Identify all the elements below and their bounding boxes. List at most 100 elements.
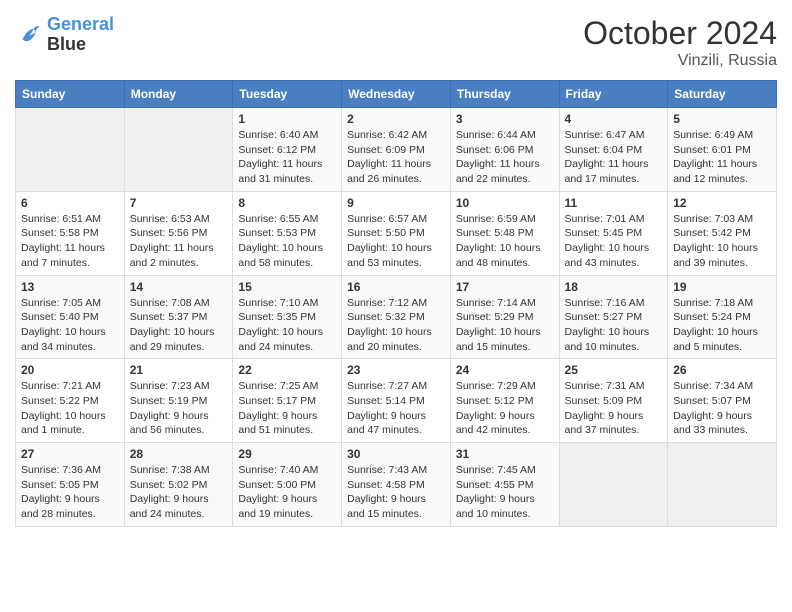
day-header-wednesday: Wednesday <box>342 81 451 108</box>
calendar-cell: 5 Sunrise: 6:49 AMSunset: 6:01 PMDaylight… <box>668 108 777 192</box>
day-info: Sunrise: 7:45 AMSunset: 4:55 PMDaylight:… <box>456 463 554 522</box>
day-number: 23 <box>347 363 445 377</box>
calendar-cell: 25 Sunrise: 7:31 AMSunset: 5:09 PMDayligh… <box>559 359 668 443</box>
page-header: GeneralBlue October 2024 Vinzili, Russia <box>15 15 777 70</box>
day-info: Sunrise: 6:55 AMSunset: 5:53 PMDaylight:… <box>238 212 336 271</box>
day-number: 17 <box>456 280 554 294</box>
day-info: Sunrise: 6:44 AMSunset: 6:06 PMDaylight:… <box>456 128 554 187</box>
week-row-5: 27 Sunrise: 7:36 AMSunset: 5:05 PMDayligh… <box>16 443 777 527</box>
week-row-4: 20 Sunrise: 7:21 AMSunset: 5:22 PMDayligh… <box>16 359 777 443</box>
day-info: Sunrise: 7:10 AMSunset: 5:35 PMDaylight:… <box>238 296 336 355</box>
week-row-1: 1Sunrise: 6:40 AMSunset: 6:12 PMDaylight… <box>16 108 777 192</box>
day-number: 8 <box>238 196 336 210</box>
day-number: 16 <box>347 280 445 294</box>
calendar-cell: 14 Sunrise: 7:08 AMSunset: 5:37 PMDayligh… <box>124 275 233 359</box>
calendar-cell: 21Sunrise: 7:23 AMSunset: 5:19 PMDayligh… <box>124 359 233 443</box>
calendar-cell: 3 Sunrise: 6:44 AMSunset: 6:06 PMDaylight… <box>450 108 559 192</box>
day-number: 14 <box>130 280 228 294</box>
day-header-friday: Friday <box>559 81 668 108</box>
calendar-cell: 4 Sunrise: 6:47 AMSunset: 6:04 PMDaylight… <box>559 108 668 192</box>
calendar-cell: 27 Sunrise: 7:36 AMSunset: 5:05 PMDayligh… <box>16 443 125 527</box>
calendar-cell: 6Sunrise: 6:51 AMSunset: 5:58 PMDaylight… <box>16 191 125 275</box>
calendar-cell: 20 Sunrise: 7:21 AMSunset: 5:22 PMDayligh… <box>16 359 125 443</box>
day-info: Sunrise: 7:21 AMSunset: 5:22 PMDaylight:… <box>21 379 119 438</box>
day-number: 31 <box>456 447 554 461</box>
calendar-cell: 26Sunrise: 7:34 AMSunset: 5:07 PMDayligh… <box>668 359 777 443</box>
day-number: 18 <box>565 280 663 294</box>
day-info: Sunrise: 7:18 AMSunset: 5:24 PMDaylight:… <box>673 296 771 355</box>
calendar-cell <box>16 108 125 192</box>
calendar-cell: 2 Sunrise: 6:42 AMSunset: 6:09 PMDaylight… <box>342 108 451 192</box>
day-number: 20 <box>21 363 119 377</box>
day-info: Sunrise: 7:31 AMSunset: 5:09 PMDaylight:… <box>565 379 663 438</box>
day-info: Sunrise: 7:38 AMSunset: 5:02 PMDaylight:… <box>130 463 228 522</box>
day-header-monday: Monday <box>124 81 233 108</box>
calendar-cell: 7Sunrise: 6:53 AMSunset: 5:56 PMDaylight… <box>124 191 233 275</box>
logo-text: GeneralBlue <box>47 15 114 55</box>
calendar-cell <box>559 443 668 527</box>
day-info: Sunrise: 6:51 AMSunset: 5:58 PMDaylight:… <box>21 212 119 271</box>
day-info: Sunrise: 6:42 AMSunset: 6:09 PMDaylight:… <box>347 128 445 187</box>
title-block: October 2024 Vinzili, Russia <box>583 15 777 70</box>
day-number: 13 <box>21 280 119 294</box>
logo-icon <box>15 21 43 49</box>
calendar-header: SundayMondayTuesdayWednesdayThursdayFrid… <box>16 81 777 108</box>
calendar-cell: 8 Sunrise: 6:55 AMSunset: 5:53 PMDaylight… <box>233 191 342 275</box>
calendar-cell: 31 Sunrise: 7:45 AMSunset: 4:55 PMDayligh… <box>450 443 559 527</box>
day-number: 11 <box>565 196 663 210</box>
day-number: 10 <box>456 196 554 210</box>
calendar-cell: 19 Sunrise: 7:18 AMSunset: 5:24 PMDayligh… <box>668 275 777 359</box>
day-info: Sunrise: 7:43 AMSunset: 4:58 PMDaylight:… <box>347 463 445 522</box>
calendar-table: SundayMondayTuesdayWednesdayThursdayFrid… <box>15 80 777 527</box>
calendar-cell: 22 Sunrise: 7:25 AMSunset: 5:17 PMDayligh… <box>233 359 342 443</box>
day-info: Sunrise: 7:40 AMSunset: 5:00 PMDaylight:… <box>238 463 336 522</box>
day-info: Sunrise: 7:16 AMSunset: 5:27 PMDaylight:… <box>565 296 663 355</box>
day-number: 22 <box>238 363 336 377</box>
day-number: 15 <box>238 280 336 294</box>
week-row-3: 13Sunrise: 7:05 AMSunset: 5:40 PMDayligh… <box>16 275 777 359</box>
day-number: 5 <box>673 112 771 126</box>
day-info: Sunrise: 7:12 AMSunset: 5:32 PMDaylight:… <box>347 296 445 355</box>
day-info: Sunrise: 7:36 AMSunset: 5:05 PMDaylight:… <box>21 463 119 522</box>
day-info: Sunrise: 7:08 AMSunset: 5:37 PMDaylight:… <box>130 296 228 355</box>
day-number: 3 <box>456 112 554 126</box>
day-number: 26 <box>673 363 771 377</box>
calendar-cell: 28 Sunrise: 7:38 AMSunset: 5:02 PMDayligh… <box>124 443 233 527</box>
day-info: Sunrise: 7:27 AMSunset: 5:14 PMDaylight:… <box>347 379 445 438</box>
day-number: 25 <box>565 363 663 377</box>
day-number: 12 <box>673 196 771 210</box>
day-info: Sunrise: 7:25 AMSunset: 5:17 PMDaylight:… <box>238 379 336 438</box>
calendar-cell: 17 Sunrise: 7:14 AMSunset: 5:29 PMDayligh… <box>450 275 559 359</box>
calendar-cell <box>124 108 233 192</box>
day-number: 2 <box>347 112 445 126</box>
day-info: Sunrise: 7:01 AMSunset: 5:45 PMDaylight:… <box>565 212 663 271</box>
day-header-thursday: Thursday <box>450 81 559 108</box>
day-number: 27 <box>21 447 119 461</box>
day-info: Sunrise: 7:23 AMSunset: 5:19 PMDaylight:… <box>130 379 228 438</box>
calendar-cell: 23 Sunrise: 7:27 AMSunset: 5:14 PMDayligh… <box>342 359 451 443</box>
week-row-2: 6Sunrise: 6:51 AMSunset: 5:58 PMDaylight… <box>16 191 777 275</box>
calendar-cell <box>668 443 777 527</box>
calendar-cell: 24Sunrise: 7:29 AMSunset: 5:12 PMDayligh… <box>450 359 559 443</box>
calendar-cell: 30 Sunrise: 7:43 AMSunset: 4:58 PMDayligh… <box>342 443 451 527</box>
calendar-body: 1Sunrise: 6:40 AMSunset: 6:12 PMDaylight… <box>16 108 777 527</box>
calendar-cell: 11 Sunrise: 7:01 AMSunset: 5:45 PMDayligh… <box>559 191 668 275</box>
day-number: 28 <box>130 447 228 461</box>
day-header-sunday: Sunday <box>16 81 125 108</box>
month-title: October 2024 <box>583 15 777 52</box>
header-row: SundayMondayTuesdayWednesdayThursdayFrid… <box>16 81 777 108</box>
day-info: Sunrise: 6:59 AMSunset: 5:48 PMDaylight:… <box>456 212 554 271</box>
day-info: Sunrise: 6:53 AMSunset: 5:56 PMDaylight:… <box>130 212 228 271</box>
day-info: Sunrise: 6:47 AMSunset: 6:04 PMDaylight:… <box>565 128 663 187</box>
day-info: Sunrise: 7:14 AMSunset: 5:29 PMDaylight:… <box>456 296 554 355</box>
logo: GeneralBlue <box>15 15 114 55</box>
day-number: 29 <box>238 447 336 461</box>
day-number: 30 <box>347 447 445 461</box>
day-number: 4 <box>565 112 663 126</box>
day-info: Sunrise: 7:29 AMSunset: 5:12 PMDaylight:… <box>456 379 554 438</box>
day-info: Sunrise: 6:49 AMSunset: 6:01 PMDaylight:… <box>673 128 771 187</box>
day-header-saturday: Saturday <box>668 81 777 108</box>
day-number: 19 <box>673 280 771 294</box>
day-info: Sunrise: 6:57 AMSunset: 5:50 PMDaylight:… <box>347 212 445 271</box>
location-subtitle: Vinzili, Russia <box>583 52 777 70</box>
